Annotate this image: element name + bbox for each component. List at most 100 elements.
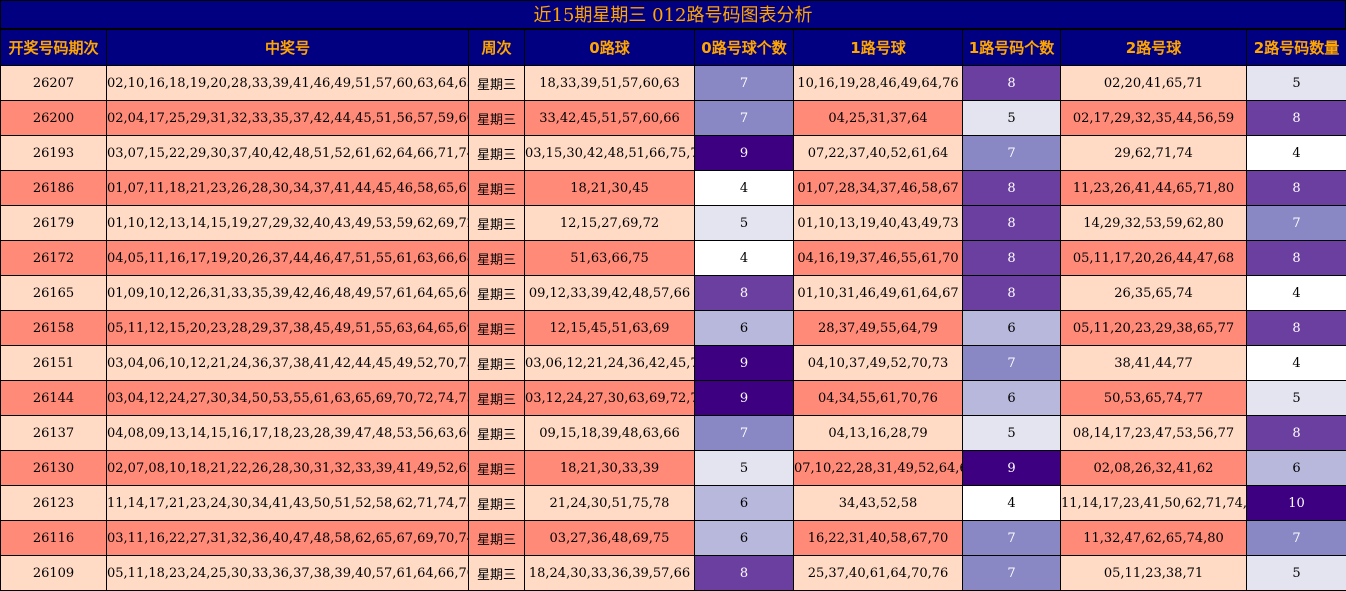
route1-count-cell: 8	[962, 205, 1061, 241]
numbers-cell: 03,07,15,22,29,30,37,40,42,48,51,52,61,6…	[106, 135, 469, 171]
period-cell: 26158	[0, 310, 107, 346]
header-route2-count: 2路号码数量	[1246, 29, 1346, 66]
route1-cell: 16,22,31,40,58,67,70	[793, 520, 963, 556]
route0-cell: 12,15,27,69,72	[524, 205, 695, 241]
numbers-cell: 04,05,11,16,17,19,20,26,37,44,46,47,51,5…	[106, 240, 469, 276]
period-cell: 26172	[0, 240, 107, 276]
route1-cell: 34,43,52,58	[793, 485, 963, 521]
period-cell: 26193	[0, 135, 107, 171]
route2-count-cell: 5	[1246, 380, 1346, 416]
route0-cell: 21,24,30,51,75,78	[524, 485, 695, 521]
route2-count-cell: 10	[1246, 485, 1346, 521]
week-cell: 星期三	[468, 205, 525, 241]
week-cell: 星期三	[468, 345, 525, 381]
route0-count-cell: 9	[694, 380, 794, 416]
route2-count-cell: 5	[1246, 555, 1346, 591]
route0-count-cell: 4	[694, 240, 794, 276]
route1-cell: 01,10,13,19,40,43,49,73	[793, 205, 963, 241]
route0-cell: 18,21,30,33,39	[524, 450, 695, 486]
table-row: 26179 01,10,12,13,14,15,19,27,29,32,40,43…	[0, 205, 1346, 241]
route2-cell: 02,08,26,32,41,62	[1060, 450, 1247, 486]
period-cell: 26186	[0, 170, 107, 206]
route2-count-cell: 6	[1246, 450, 1346, 486]
table-row: 26193 03,07,15,22,29,30,37,40,42,48,51,52…	[0, 135, 1346, 171]
route1-cell: 04,13,16,28,79	[793, 415, 963, 451]
route1-cell: 25,37,40,61,64,70,76	[793, 555, 963, 591]
route2-count-cell: 4	[1246, 275, 1346, 311]
week-cell: 星期三	[468, 135, 525, 171]
table-row: 26207 02,10,16,18,19,20,28,33,39,41,46,49…	[0, 65, 1346, 101]
route0-cell: 09,15,18,39,48,63,66	[524, 415, 695, 451]
table-row: 26165 01,09,10,12,26,31,33,35,39,42,46,48…	[0, 275, 1346, 311]
week-cell: 星期三	[468, 240, 525, 276]
header-period: 开奖号码期次	[0, 29, 107, 66]
route2-count-cell: 8	[1246, 310, 1346, 346]
period-cell: 26109	[0, 555, 107, 591]
route2-count-cell: 7	[1246, 205, 1346, 241]
route0-count-cell: 4	[694, 170, 794, 206]
route2-cell: 38,41,44,77	[1060, 345, 1247, 381]
route2-cell: 11,32,47,62,65,74,80	[1060, 520, 1247, 556]
numbers-cell: 01,09,10,12,26,31,33,35,39,42,46,48,49,5…	[106, 275, 469, 311]
route1-count-cell: 5	[962, 100, 1061, 136]
header-route1-count: 1路号码个数	[962, 29, 1061, 66]
route0-count-cell: 6	[694, 520, 794, 556]
route2-cell: 26,35,65,74	[1060, 275, 1247, 311]
route1-count-cell: 8	[962, 240, 1061, 276]
route0-cell: 03,12,24,27,30,63,69,72,75	[524, 380, 695, 416]
route0-cell: 03,15,30,42,48,51,66,75,78	[524, 135, 695, 171]
route0-count-cell: 9	[694, 135, 794, 171]
route1-cell: 07,10,22,28,31,49,52,64,67	[793, 450, 963, 486]
table-row: 26144 03,04,12,24,27,30,34,50,53,55,61,63…	[0, 380, 1346, 416]
route0-cell: 18,24,30,33,36,39,57,66	[524, 555, 695, 591]
table-row: 26186 01,07,11,18,21,23,26,28,30,34,37,41…	[0, 170, 1346, 206]
route2-count-cell: 8	[1246, 170, 1346, 206]
period-cell: 26200	[0, 100, 107, 136]
week-cell: 星期三	[468, 100, 525, 136]
period-cell: 26130	[0, 450, 107, 486]
route2-count-cell: 8	[1246, 240, 1346, 276]
route1-count-cell: 8	[962, 170, 1061, 206]
period-cell: 26116	[0, 520, 107, 556]
header-row: 开奖号码期次 中奖号 周次 0路球 0路号球个数 1路号球 1路号码个数 2路号…	[0, 29, 1346, 66]
route0-count-cell: 5	[694, 205, 794, 241]
route0-count-cell: 8	[694, 555, 794, 591]
header-route0: 0路球	[524, 29, 695, 66]
route0-cell: 33,42,45,51,57,60,66	[524, 100, 695, 136]
table-row: 26200 02,04,17,25,29,31,32,33,35,37,42,44…	[0, 100, 1346, 136]
route0-cell: 09,12,33,39,42,48,57,66	[524, 275, 695, 311]
route2-count-cell: 5	[1246, 65, 1346, 101]
header-week: 周次	[468, 29, 525, 66]
route0-cell: 12,15,45,51,63,69	[524, 310, 695, 346]
table-row: 26172 04,05,11,16,17,19,20,26,37,44,46,47…	[0, 240, 1346, 276]
table-row: 26116 03,11,16,22,27,31,32,36,40,47,48,58…	[0, 520, 1346, 556]
numbers-cell: 02,07,08,10,18,21,22,26,28,30,31,32,33,3…	[106, 450, 469, 486]
period-cell: 26165	[0, 275, 107, 311]
numbers-cell: 03,11,16,22,27,31,32,36,40,47,48,58,62,6…	[106, 520, 469, 556]
table-row: 26137 04,08,09,13,14,15,16,17,18,23,28,39…	[0, 415, 1346, 451]
route1-cell: 10,16,19,28,46,49,64,76	[793, 65, 963, 101]
route0-count-cell: 7	[694, 100, 794, 136]
numbers-cell: 01,07,11,18,21,23,26,28,30,34,37,41,44,4…	[106, 170, 469, 206]
numbers-cell: 02,04,17,25,29,31,32,33,35,37,42,44,45,5…	[106, 100, 469, 136]
week-cell: 星期三	[468, 380, 525, 416]
route1-cell: 01,07,28,34,37,46,58,67	[793, 170, 963, 206]
route1-cell: 28,37,49,55,64,79	[793, 310, 963, 346]
week-cell: 星期三	[468, 310, 525, 346]
route1-count-cell: 7	[962, 555, 1061, 591]
route2-cell: 05,11,17,20,26,44,47,68	[1060, 240, 1247, 276]
analysis-table: 开奖号码期次 中奖号 周次 0路球 0路号球个数 1路号球 1路号码个数 2路号…	[0, 29, 1346, 591]
header-route0-count: 0路号球个数	[694, 29, 794, 66]
route0-cell: 51,63,66,75	[524, 240, 695, 276]
route0-cell: 03,27,36,48,69,75	[524, 520, 695, 556]
header-route1: 1路号球	[793, 29, 963, 66]
lottery-analysis-chart: 近15期星期三 012路号码图表分析 开奖号码期次 中奖号 周次 0路球 0路号…	[0, 0, 1346, 591]
numbers-cell: 03,04,12,24,27,30,34,50,53,55,61,63,65,6…	[106, 380, 469, 416]
route2-cell: 02,20,41,65,71	[1060, 65, 1247, 101]
numbers-cell: 05,11,12,15,20,23,28,29,37,38,45,49,51,5…	[106, 310, 469, 346]
numbers-cell: 11,14,17,21,23,24,30,34,41,43,50,51,52,5…	[106, 485, 469, 521]
numbers-cell: 04,08,09,13,14,15,16,17,18,23,28,39,47,4…	[106, 415, 469, 451]
route0-count-cell: 7	[694, 415, 794, 451]
period-cell: 26151	[0, 345, 107, 381]
numbers-cell: 05,11,18,23,24,25,30,33,36,37,38,39,40,5…	[106, 555, 469, 591]
